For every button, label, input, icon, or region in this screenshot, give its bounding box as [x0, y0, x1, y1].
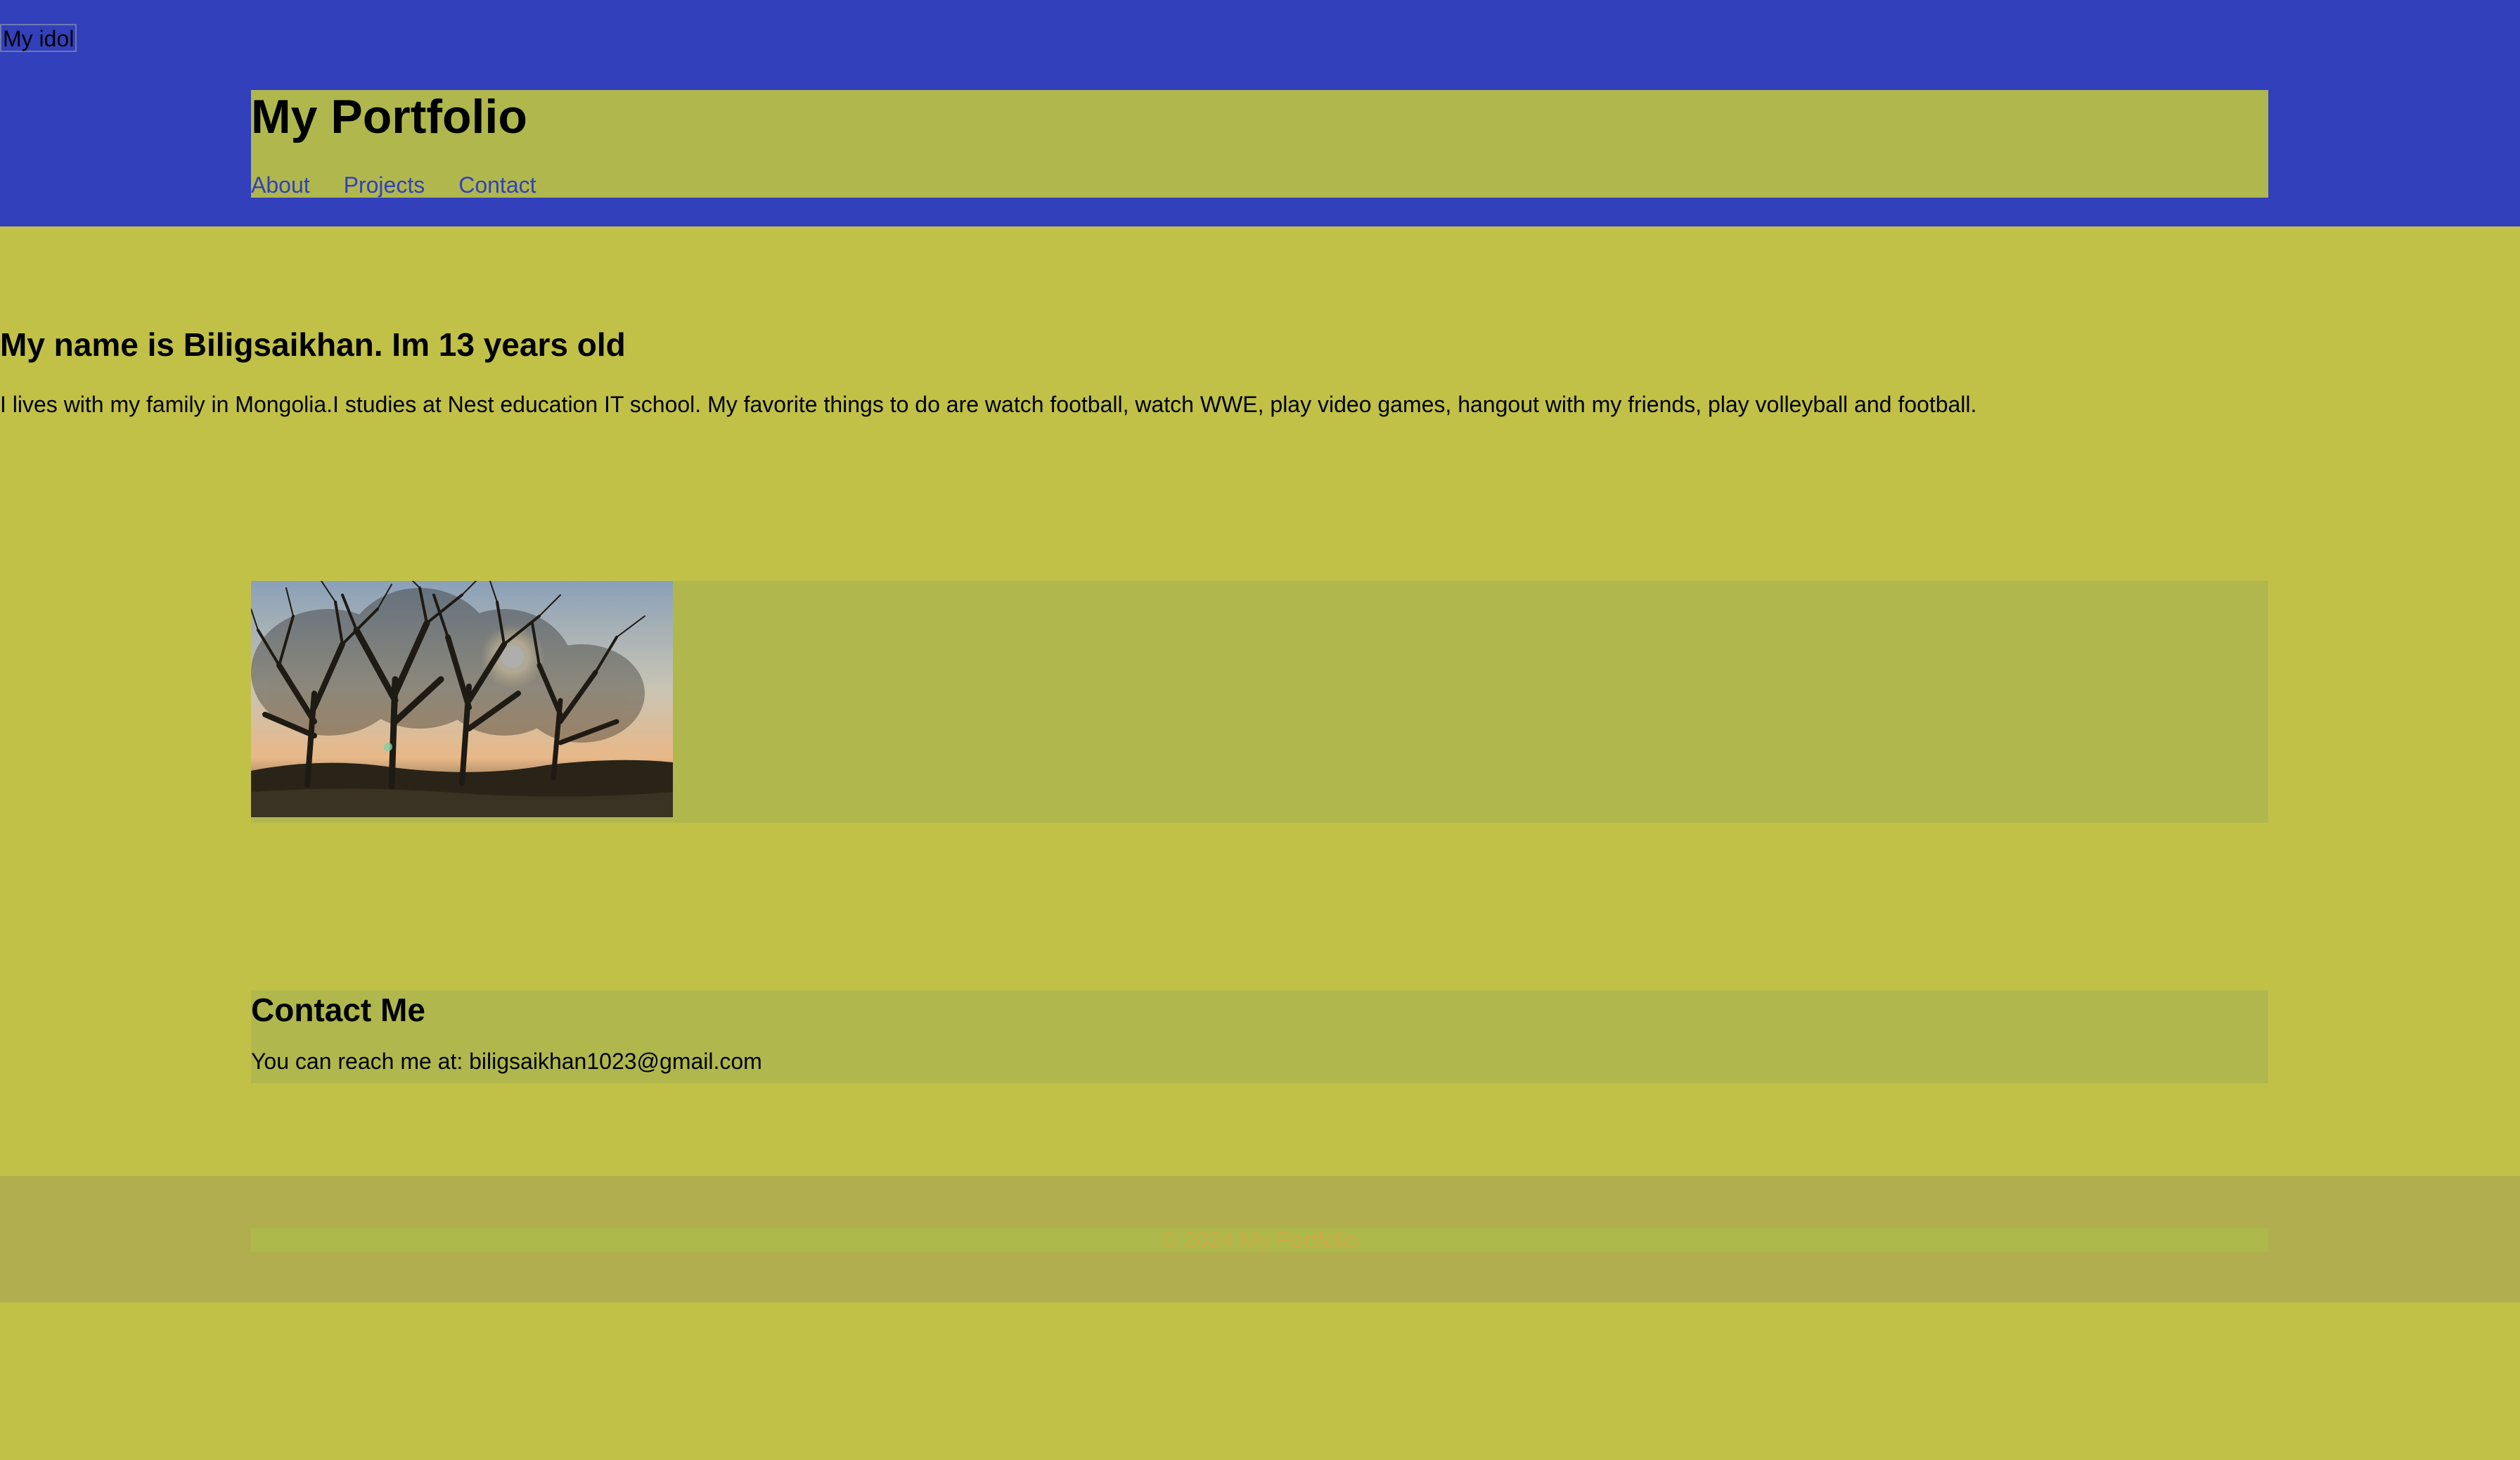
- footer-copyright: © 2024 My Portfolio: [1160, 1227, 1359, 1253]
- projects-gallery-panel: [251, 581, 2268, 823]
- my-idol-button[interactable]: My idol: [0, 24, 77, 52]
- header-panel: My Portfolio About Projects Contact: [251, 90, 2268, 198]
- intro-text: I lives with my family in Mongolia.I stu…: [0, 392, 1977, 417]
- page-title: My Portfolio: [251, 90, 527, 143]
- top-header-bar: My idol My Portfolio About Projects Cont…: [0, 0, 2520, 226]
- contact-text: You can reach me at: biligsaikhan1023@gm…: [251, 1049, 762, 1074]
- contact-heading: Contact Me: [251, 992, 425, 1028]
- tree-sunset-image: [251, 581, 673, 817]
- intro-heading: My name is Biligsaikhan. Im 13 years old: [0, 326, 626, 363]
- footer-inner: © 2024 My Portfolio: [251, 1228, 2268, 1252]
- page-footer: © 2024 My Portfolio: [0, 1176, 2520, 1302]
- nav-link-about[interactable]: About: [251, 172, 310, 198]
- nav-link-contact[interactable]: Contact: [458, 172, 536, 198]
- main-nav: About Projects Contact: [251, 172, 570, 198]
- nav-link-projects[interactable]: Projects: [344, 172, 425, 198]
- contact-panel: Contact Me You can reach me at: biligsai…: [251, 990, 2268, 1083]
